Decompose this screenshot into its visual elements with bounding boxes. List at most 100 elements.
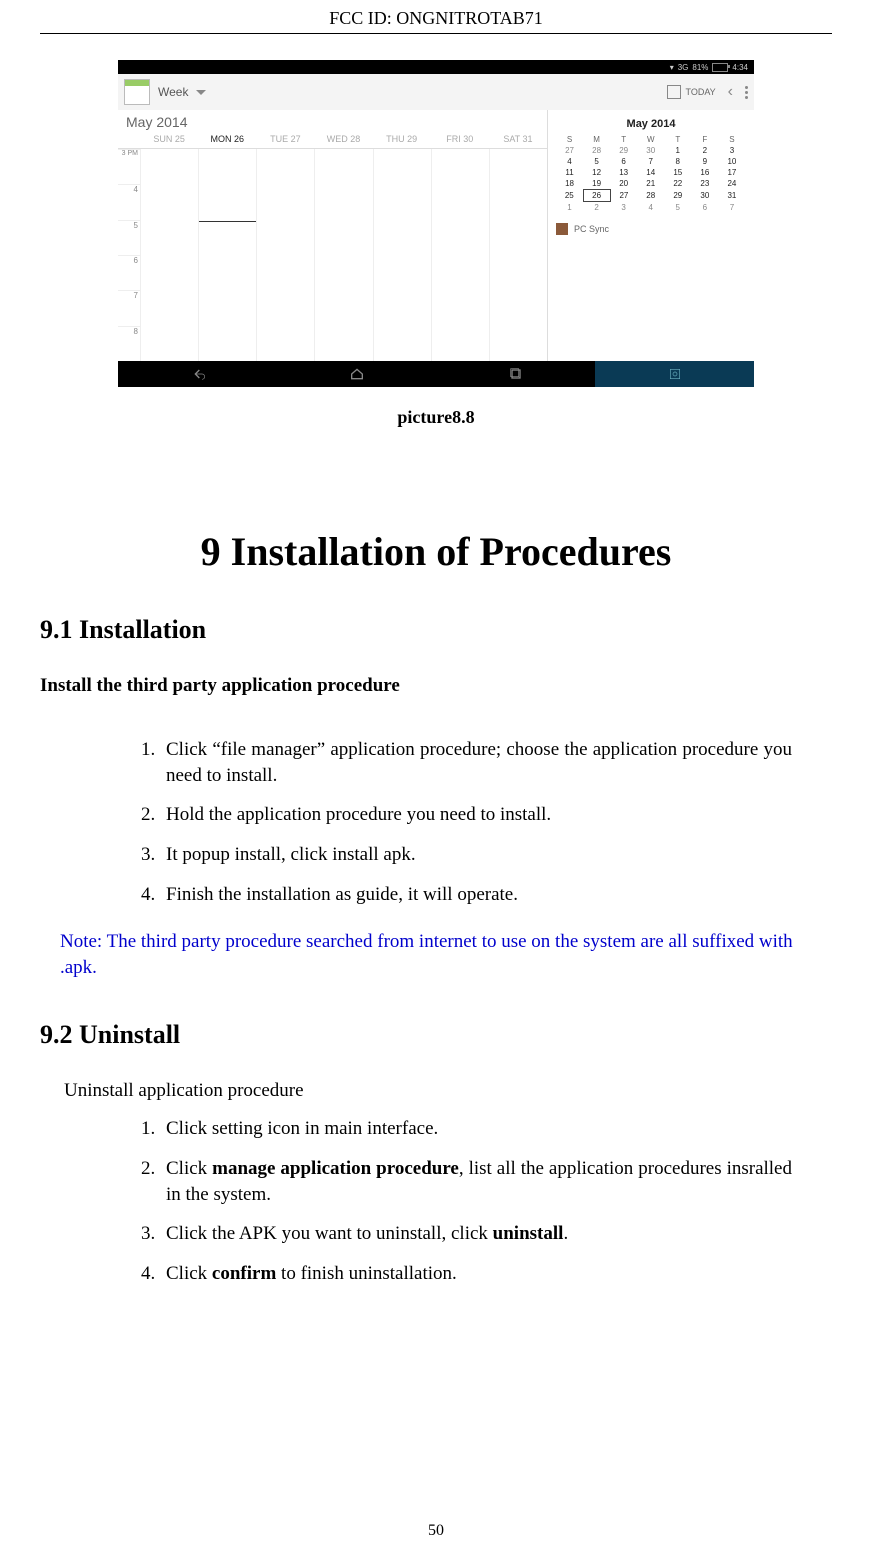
mini-calendar-day[interactable]: 2 [691, 145, 718, 156]
mini-calendar-day[interactable]: 25 [556, 190, 583, 202]
mini-calendar-day[interactable]: 15 [664, 167, 691, 178]
mini-calendar-day[interactable]: 9 [691, 156, 718, 167]
weekday-header-cell[interactable]: SUN 25 [140, 130, 198, 148]
list-item: Click “file manager” application procedu… [160, 737, 792, 788]
weekday-header-cell[interactable]: TUE 27 [256, 130, 314, 148]
mini-calendar-day[interactable]: 22 [664, 178, 691, 190]
weekday-header-cell[interactable]: WED 28 [314, 130, 372, 148]
mini-calendar-day[interactable]: 14 [637, 167, 664, 178]
hour-label: 6 [118, 255, 140, 290]
section-9-1-subhead: Install the third party application proc… [40, 675, 832, 697]
mini-calendar-day[interactable]: 5 [664, 202, 691, 214]
section-9-1-heading: 9.1 Installation [40, 615, 832, 645]
mini-calendar[interactable]: SMTWTFS 27282930123456789101112131415161… [556, 134, 746, 213]
weekday-header-cell[interactable]: MON 26 [198, 130, 256, 148]
fcc-id: ONGNITROTAB71 [396, 8, 543, 28]
nav-back-button[interactable] [118, 361, 277, 387]
mini-calendar-day[interactable]: 28 [637, 190, 664, 202]
list-item: Click setting icon in main interface. [160, 1116, 792, 1142]
weekday-header-cell[interactable]: THU 29 [373, 130, 431, 148]
mini-calendar-title: May 2014 [556, 118, 746, 130]
battery-icon [712, 63, 728, 72]
section-9-2-heading: 9.2 Uninstall [40, 1020, 832, 1050]
hour-label: 5 [118, 220, 140, 255]
android-nav-bar [118, 361, 754, 387]
today-button[interactable]: TODAY [667, 85, 715, 99]
list-item: Finish the installation as guide, it wil… [160, 882, 792, 908]
battery-percent: 81% [692, 63, 708, 72]
mini-calendar-day[interactable]: 20 [610, 178, 637, 190]
clock: 4:34 [732, 63, 748, 72]
hour-label: 3 PM [118, 149, 140, 184]
chapter-title: 9 Installation of Procedures [40, 528, 832, 575]
mini-calendar-day[interactable]: 27 [610, 190, 637, 202]
mini-calendar-day[interactable]: 30 [691, 190, 718, 202]
mini-calendar-day[interactable]: 26 [583, 190, 610, 202]
mini-calendar-day[interactable]: 13 [610, 167, 637, 178]
mini-calendar-dow: S [718, 134, 745, 145]
today-label: TODAY [685, 87, 715, 97]
mini-calendar-day[interactable]: 7 [718, 202, 745, 214]
mini-calendar-day[interactable]: 27 [556, 145, 583, 156]
today-icon [667, 85, 681, 99]
section-9-2-subhead: Uninstall application procedure [64, 1080, 832, 1102]
weekday-header-cell[interactable]: FRI 30 [431, 130, 489, 148]
list-item: Click manage application procedure, list… [160, 1156, 792, 1207]
mini-calendar-day[interactable]: 18 [556, 178, 583, 190]
mini-calendar-day[interactable]: 8 [664, 156, 691, 167]
mini-calendar-body: 2728293012345678910111213141516171819202… [556, 145, 746, 213]
mini-calendar-day[interactable]: 10 [718, 156, 745, 167]
overflow-menu-icon[interactable] [745, 86, 748, 99]
mini-calendar-day[interactable]: 7 [637, 156, 664, 167]
mini-calendar-day[interactable]: 11 [556, 167, 583, 178]
mini-calendar-dow-row: SMTWTFS [556, 134, 746, 145]
mini-calendar-day[interactable]: 16 [691, 167, 718, 178]
mini-calendar-day[interactable]: 17 [718, 167, 745, 178]
month-label: May 2014 [118, 110, 547, 130]
mini-calendar-day[interactable]: 29 [664, 190, 691, 202]
pc-sync-label: PC Sync [574, 224, 609, 234]
mini-calendar-day[interactable]: 28 [583, 145, 610, 156]
list-item: It popup install, click install apk. [160, 842, 792, 868]
mini-calendar-day[interactable]: 4 [637, 202, 664, 214]
mini-calendar-dow: W [637, 134, 664, 145]
nav-recent-button[interactable] [436, 361, 595, 387]
mini-calendar-day[interactable]: 6 [610, 156, 637, 167]
mini-calendar-day[interactable]: 3 [718, 145, 745, 156]
weekday-header-cell[interactable]: SAT 31 [489, 130, 547, 148]
mini-calendar-dow: T [664, 134, 691, 145]
mini-calendar-day[interactable]: 4 [556, 156, 583, 167]
calendar-app-icon[interactable] [124, 79, 150, 105]
view-mode-label[interactable]: Week [158, 85, 188, 99]
network-3g-icon: 3G [678, 63, 689, 72]
page-number: 50 [0, 1522, 872, 1540]
pc-sync-swatch-icon [556, 223, 568, 235]
figure-caption: picture8.8 [40, 407, 832, 428]
mini-calendar-day[interactable]: 2 [583, 202, 610, 214]
nav-home-button[interactable] [277, 361, 436, 387]
mini-calendar-day[interactable]: 31 [718, 190, 745, 202]
mini-calendar-day[interactable]: 24 [718, 178, 745, 190]
hour-label: 8 [118, 326, 140, 361]
mini-calendar-day[interactable]: 23 [691, 178, 718, 190]
mini-calendar-day[interactable]: 19 [583, 178, 610, 190]
signal-icon: ▾ [670, 63, 674, 72]
weekday-header: SUN 25MON 26TUE 27WED 28THU 29FRI 30SAT … [118, 130, 547, 149]
mini-calendar-day[interactable]: 30 [637, 145, 664, 156]
nav-screenshot-button[interactable] [595, 361, 754, 387]
mini-calendar-day[interactable]: 12 [583, 167, 610, 178]
mini-calendar-day[interactable]: 3 [610, 202, 637, 214]
embedded-screenshot: ▾ 3G 81% 4:34 Week TODAY ‹ M [118, 60, 754, 387]
mini-calendar-day[interactable]: 5 [583, 156, 610, 167]
pc-sync-row[interactable]: PC Sync [556, 223, 746, 235]
mini-calendar-day[interactable]: 21 [637, 178, 664, 190]
mini-calendar-day[interactable]: 6 [691, 202, 718, 214]
dropdown-caret-icon[interactable] [196, 90, 206, 95]
mini-calendar-day[interactable]: 29 [610, 145, 637, 156]
mini-calendar-day[interactable]: 1 [664, 145, 691, 156]
week-columns[interactable] [140, 149, 547, 361]
mini-calendar-day[interactable]: 1 [556, 202, 583, 214]
hour-label: 4 [118, 184, 140, 219]
new-event-chevron-icon[interactable]: ‹ [728, 83, 733, 101]
android-status-bar: ▾ 3G 81% 4:34 [118, 60, 754, 74]
